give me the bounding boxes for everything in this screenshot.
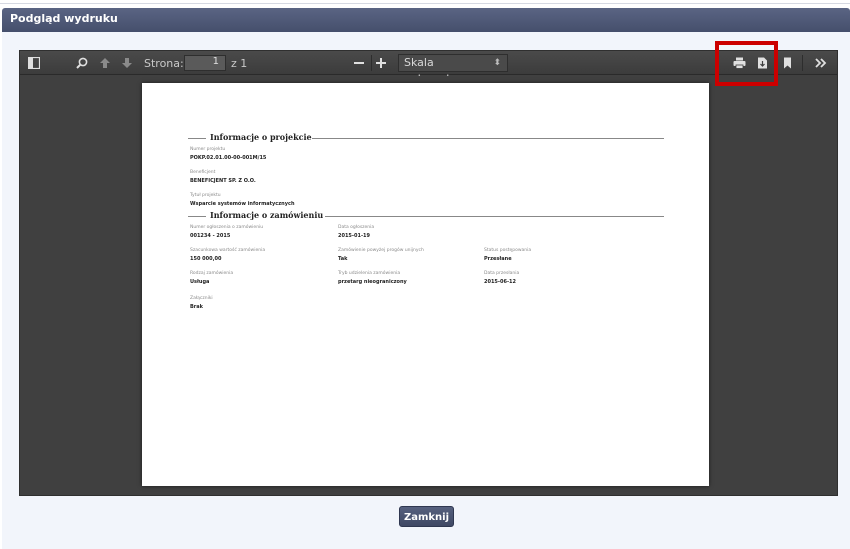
page-total: z 1 — [231, 57, 248, 70]
page-up-icon[interactable] — [99, 55, 113, 71]
field-label: Data przesłania — [484, 271, 520, 276]
field-label: Rodzaj zamówienia — [190, 271, 234, 276]
heading-rule — [312, 138, 664, 139]
print-preview-dialog: Podgląd wydruku Strona: 1 z 1 Skala ⬍ In… — [0, 0, 850, 549]
field-value: Przesłane — [484, 256, 512, 262]
field-value: Tak — [338, 256, 348, 262]
heading-rule — [188, 216, 206, 217]
section-heading-order: Informacje o zamówieniu — [188, 210, 664, 220]
zoom-out-icon[interactable] — [353, 55, 367, 71]
field-label: Tytuł projektu — [190, 193, 221, 198]
heading-rule — [188, 138, 206, 139]
document-viewport[interactable]: Informacje o projekcie Numer projektu PO… — [20, 76, 837, 495]
highlight-box — [715, 41, 778, 86]
section-heading-project: Informacje o projekcie — [188, 132, 664, 142]
field-value: POKP.02.01.00-00-001M/15 — [190, 155, 267, 161]
select-arrows-icon: ⬍ — [493, 58, 501, 68]
document-page: Informacje o projekcie Numer projektu PO… — [142, 83, 709, 486]
search-icon[interactable] — [76, 55, 90, 71]
dialog-title: Podgląd wydruku — [10, 12, 118, 25]
zoom-scale-select[interactable]: Skala automatyczna ⬍ — [398, 54, 508, 85]
dialog-titlebar: Podgląd wydruku — [2, 8, 850, 32]
field-label: Zamówienie powyżej progów unijnych — [338, 248, 424, 253]
field-label: Tryb udzielenia zamówienia — [338, 271, 401, 276]
field-value: 001234 - 2015 — [190, 233, 231, 239]
sidebar-toggle-icon[interactable] — [28, 55, 42, 71]
close-button[interactable]: Zamknij — [399, 506, 454, 527]
field-label: Beneficjent — [190, 170, 216, 175]
field-label: Szacunkowa wartość zamówienia — [190, 248, 266, 253]
bookmark-icon[interactable] — [783, 55, 795, 71]
page-number-input[interactable]: 1 — [184, 55, 226, 71]
zoom-in-icon[interactable] — [375, 55, 389, 71]
page-down-icon[interactable] — [121, 55, 135, 71]
field-label: Data ogłoszenia — [338, 225, 375, 230]
field-label: Numer ogłoszenia o zamówieniu — [190, 225, 264, 230]
toolbar-separator — [802, 55, 803, 71]
section-title-project: Informacje o projekcie — [210, 132, 312, 142]
field-value: 2015-01-19 — [338, 233, 370, 239]
field-label: Status postępowania — [484, 248, 532, 253]
field-value: BENEFICJENT SP. Z O.O. — [190, 178, 256, 184]
pdf-viewer: Strona: 1 z 1 Skala automatyczna ⬍ — [19, 50, 838, 496]
field-value: Brak — [190, 304, 203, 310]
field-value: Wsparcie systemów informatycznych — [190, 201, 295, 207]
field-value: 2015-06-12 — [484, 279, 516, 285]
top-divider — [0, 0, 850, 4]
field-value: Usługa — [190, 279, 210, 285]
field-value: 150 000,00 — [190, 256, 222, 262]
tools-icon[interactable] — [815, 55, 829, 71]
page-label: Strona: — [144, 57, 184, 70]
field-label: Załączniki — [190, 296, 213, 301]
toolbar-separator — [371, 55, 372, 71]
heading-rule — [325, 216, 664, 217]
section-title-order: Informacje o zamówieniu — [210, 210, 324, 220]
field-value: przetarg nieograniczony — [338, 279, 407, 285]
field-label: Numer projektu — [190, 147, 226, 152]
